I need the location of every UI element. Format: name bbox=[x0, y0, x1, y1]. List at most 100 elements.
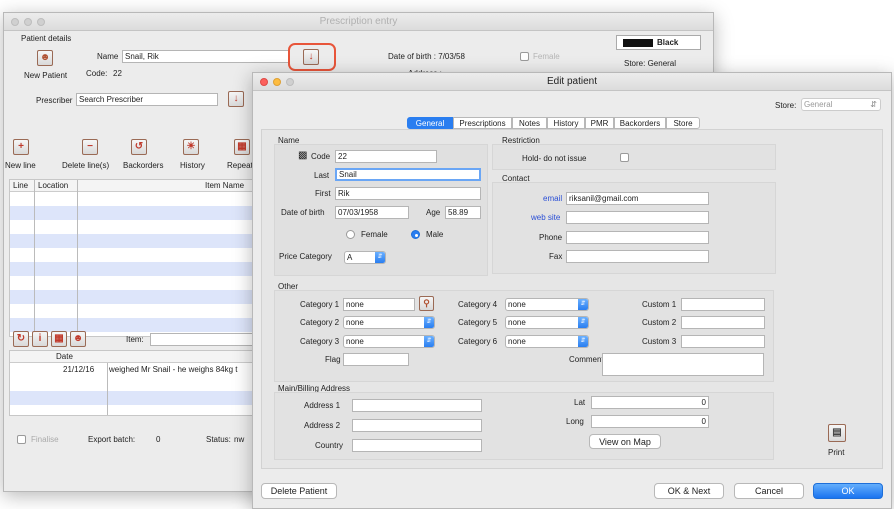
female-radio[interactable] bbox=[346, 230, 355, 239]
category6-select[interactable]: none ⇵ bbox=[505, 335, 589, 348]
label-icon[interactable]: ▦ bbox=[51, 331, 67, 347]
category3-select[interactable]: none ⇵ bbox=[343, 335, 435, 348]
category4-select[interactable]: none ⇵ bbox=[505, 298, 589, 311]
chevron-updown-icon: ⇵ bbox=[424, 317, 434, 328]
view-on-map-button[interactable]: View on Map bbox=[589, 434, 661, 449]
category5-select[interactable]: none ⇵ bbox=[505, 316, 589, 329]
custom2-label: Custom 2 bbox=[642, 318, 677, 327]
print-label[interactable]: Print bbox=[828, 448, 844, 457]
store-label: Store: bbox=[775, 101, 797, 110]
code-label: Code: bbox=[86, 69, 108, 78]
backorders-icon[interactable]: ↺ bbox=[131, 139, 147, 155]
custom1-field[interactable] bbox=[681, 298, 765, 311]
magnifier-icon[interactable]: ⚲ bbox=[419, 296, 434, 311]
backorders-label[interactable]: Backorders bbox=[123, 161, 163, 170]
last-name-field[interactable]: Snail bbox=[335, 168, 481, 181]
email-label[interactable]: email bbox=[543, 194, 562, 203]
close-window-button[interactable] bbox=[11, 18, 19, 26]
fax-field[interactable] bbox=[566, 250, 709, 263]
info-icon[interactable]: i bbox=[32, 331, 48, 347]
long-field[interactable]: 0 bbox=[591, 415, 709, 428]
table-row[interactable] bbox=[10, 318, 258, 332]
printer-icon[interactable]: ▤ bbox=[828, 424, 846, 442]
ok-button[interactable]: OK bbox=[813, 483, 883, 499]
code-field[interactable]: 22 bbox=[335, 150, 437, 163]
minimize-window-button[interactable] bbox=[273, 78, 281, 86]
prescriber-lookup-icon[interactable]: ↓ bbox=[228, 91, 244, 107]
repeats-icon[interactable]: ▦ bbox=[234, 139, 250, 155]
prescriber-field[interactable]: Search Prescriber bbox=[76, 93, 218, 106]
export-batch-label: Export batch: bbox=[88, 435, 136, 444]
tab-general[interactable]: General bbox=[407, 117, 453, 129]
lat-field[interactable]: 0 bbox=[591, 396, 709, 409]
item-label: Item: bbox=[126, 335, 144, 344]
female-checkbox[interactable] bbox=[520, 52, 529, 61]
cancel-button[interactable]: Cancel bbox=[734, 483, 804, 499]
address2-field[interactable] bbox=[352, 419, 482, 432]
ok-next-button[interactable]: OK & Next bbox=[654, 483, 724, 499]
edit-patient-titlebar: Edit patient bbox=[253, 73, 891, 91]
dob-field[interactable]: 07/03/1958 bbox=[335, 206, 409, 219]
column-header-line[interactable]: Line bbox=[13, 181, 28, 190]
website-field[interactable] bbox=[566, 211, 709, 224]
status-value: nw bbox=[234, 435, 245, 444]
phone-field[interactable] bbox=[566, 231, 709, 244]
close-window-button[interactable] bbox=[260, 78, 268, 86]
column-header-location[interactable]: Location bbox=[38, 181, 68, 190]
tab-prescriptions[interactable]: Prescriptions bbox=[453, 117, 512, 129]
history-date-header[interactable]: Date bbox=[56, 352, 73, 361]
tab-store[interactable]: Store bbox=[666, 117, 700, 129]
table-row[interactable] bbox=[10, 290, 258, 304]
history-row[interactable] bbox=[10, 391, 258, 405]
category1-field[interactable]: none bbox=[343, 298, 415, 311]
delete-patient-button[interactable]: Delete Patient bbox=[261, 483, 337, 499]
tab-history[interactable]: History bbox=[547, 117, 585, 129]
tab-notes[interactable]: Notes bbox=[512, 117, 547, 129]
tab-pmr[interactable]: PMR bbox=[585, 117, 614, 129]
refresh-icon[interactable]: ↻ bbox=[13, 331, 29, 347]
history-row[interactable]: 21/12/16 weighed Mr Snail - he weighs 84… bbox=[10, 363, 258, 377]
category5-value: none bbox=[508, 318, 526, 327]
minimize-window-button[interactable] bbox=[24, 18, 32, 26]
new-line-icon[interactable]: + bbox=[13, 139, 29, 155]
table-row[interactable] bbox=[10, 262, 258, 276]
chevron-updown-icon: ⇵ bbox=[375, 252, 385, 263]
table-row[interactable] bbox=[10, 206, 258, 220]
table-row[interactable] bbox=[10, 234, 258, 248]
patient-lookup-icon[interactable]: ↓ bbox=[303, 49, 319, 65]
history-icon[interactable]: ☀ bbox=[183, 139, 199, 155]
comment-field[interactable] bbox=[602, 353, 764, 376]
table-header: Line Location Item Name bbox=[10, 180, 258, 192]
price-category-select[interactable]: A ⇵ bbox=[344, 251, 386, 264]
export-batch-value: 0 bbox=[156, 435, 161, 444]
custom3-field[interactable] bbox=[681, 335, 765, 348]
new-patient-icon[interactable]: ☻ bbox=[37, 50, 53, 66]
address1-field[interactable] bbox=[352, 399, 482, 412]
item-field[interactable] bbox=[150, 333, 260, 346]
first-name-field[interactable]: Rik bbox=[335, 187, 481, 200]
price-category-label: Price Category bbox=[279, 252, 332, 261]
category2-value: none bbox=[346, 318, 364, 327]
history-label[interactable]: History bbox=[180, 161, 205, 170]
delete-line-icon[interactable]: − bbox=[82, 139, 98, 155]
patient-name-field[interactable]: Snail, Rik bbox=[122, 50, 290, 63]
zoom-window-button[interactable] bbox=[286, 78, 294, 86]
zoom-window-button[interactable] bbox=[37, 18, 45, 26]
delete-lines-label[interactable]: Delete line(s) bbox=[62, 161, 109, 170]
category2-select[interactable]: none ⇵ bbox=[343, 316, 435, 329]
history-row-note: weighed Mr Snail - he weighs 84kg t bbox=[109, 365, 238, 374]
email-field[interactable]: riksanil@gmail.com bbox=[566, 192, 709, 205]
flag-field[interactable] bbox=[343, 353, 409, 366]
column-header-item-name[interactable]: Item Name bbox=[205, 181, 244, 190]
male-radio[interactable] bbox=[411, 230, 420, 239]
new-line-label[interactable]: New line bbox=[5, 161, 36, 170]
store-select[interactable]: General ⇵ bbox=[801, 98, 881, 111]
tab-backorders[interactable]: Backorders bbox=[614, 117, 666, 129]
hold-checkbox[interactable] bbox=[620, 153, 629, 162]
custom2-field[interactable] bbox=[681, 316, 765, 329]
person-icon[interactable]: ☻ bbox=[70, 331, 86, 347]
website-label[interactable]: web site bbox=[531, 213, 560, 222]
category3-value: none bbox=[346, 337, 364, 346]
finalise-checkbox[interactable] bbox=[17, 435, 26, 444]
country-field[interactable] bbox=[352, 439, 482, 452]
